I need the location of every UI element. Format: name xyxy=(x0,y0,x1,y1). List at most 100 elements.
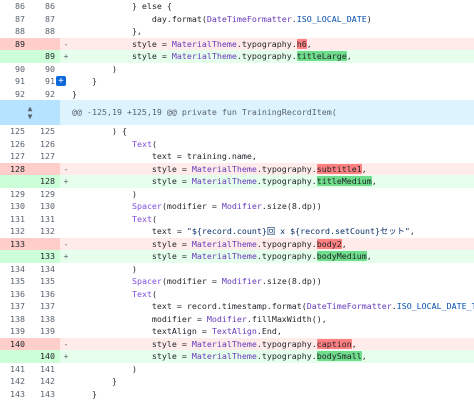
new-line-number[interactable]: 92 xyxy=(30,87,60,100)
context-line: 130 130 Spacer(modifier = Modifier.size(8… xyxy=(0,200,474,213)
new-line-number[interactable]: 135 xyxy=(30,275,60,288)
code-token: MaterialTheme xyxy=(191,238,257,249)
new-line-number[interactable]: 136 xyxy=(30,287,60,300)
old-line-number[interactable]: 128 xyxy=(0,162,30,175)
diff-sign xyxy=(60,225,72,238)
code-text: ) xyxy=(72,263,474,276)
diff-sign xyxy=(60,13,72,26)
old-line-number[interactable]: 86 xyxy=(0,0,30,13)
new-line-number[interactable]: 87 xyxy=(30,12,60,25)
code-token: MaterialTheme xyxy=(191,176,257,186)
new-line-number[interactable]: 125 xyxy=(30,125,60,138)
code-token: , xyxy=(361,351,367,361)
code-token: MaterialTheme xyxy=(191,251,257,261)
old-line-number[interactable]: 125 xyxy=(0,125,30,138)
old-line-number[interactable]: 129 xyxy=(0,187,30,200)
new-line-number[interactable]: 137 xyxy=(30,300,60,313)
new-line-number[interactable]: 89 xyxy=(30,50,60,63)
old-line-number[interactable] xyxy=(0,50,30,63)
new-line-number[interactable]: 139 xyxy=(30,325,60,338)
code-text: style = MaterialTheme.typography.h6, xyxy=(72,38,474,51)
context-line: 135 135 Spacer(modifier = Modifier.size(8… xyxy=(0,275,474,288)
old-line-number[interactable]: 140 xyxy=(0,337,30,350)
old-line-number[interactable]: 130 xyxy=(0,200,30,213)
diff-sign: + xyxy=(63,251,69,261)
code-token: } xyxy=(72,388,97,399)
code-token: .End, xyxy=(256,326,282,336)
new-line-number[interactable] xyxy=(30,237,60,250)
new-line-number[interactable]: 143 xyxy=(30,387,60,400)
code-text: text = training.name, xyxy=(72,150,474,163)
code-token: style = xyxy=(72,176,192,186)
new-line-number[interactable]: 126 xyxy=(30,137,60,150)
code-token: ) xyxy=(366,13,372,24)
old-line-number[interactable] xyxy=(0,350,30,363)
diff-sign xyxy=(60,138,72,151)
old-line-number[interactable]: 139 xyxy=(0,325,30,338)
add-comment-button[interactable]: + xyxy=(56,76,66,86)
new-line-number[interactable]: 134 xyxy=(30,262,60,275)
old-line-number[interactable]: 91 xyxy=(0,75,30,88)
old-line-number[interactable]: 127 xyxy=(0,150,30,163)
code-token: DateTimeFormatter xyxy=(206,13,292,24)
new-line-number[interactable]: 142 xyxy=(30,375,60,388)
code-text: Text( xyxy=(72,138,474,151)
diff-sign xyxy=(60,288,72,301)
new-line-number[interactable]: 90 xyxy=(30,62,60,75)
new-line-number[interactable]: 141 xyxy=(30,362,60,375)
expand-lines-button[interactable]: ▲ ▼ xyxy=(0,100,60,125)
new-line-number[interactable]: 140 xyxy=(30,350,60,363)
old-line-number[interactable]: 92 xyxy=(0,87,30,100)
old-line-number[interactable]: 133 xyxy=(0,237,30,250)
expand-down-icon: ▼ xyxy=(27,111,33,121)
old-line-number[interactable]: 90 xyxy=(0,62,30,75)
new-line-number[interactable]: 129 xyxy=(30,187,60,200)
code-token: .typography. xyxy=(256,176,317,186)
new-line-number[interactable] xyxy=(30,162,60,175)
old-line-number[interactable] xyxy=(0,250,30,263)
new-line-number[interactable]: 138 xyxy=(30,312,60,325)
new-line-number[interactable]: 132 xyxy=(30,225,60,238)
diff-sign xyxy=(60,325,72,338)
new-line-number[interactable] xyxy=(30,337,60,350)
context-line: 131 131 Text( xyxy=(0,212,474,226)
diff-sign xyxy=(60,263,72,276)
diff-sign: - xyxy=(63,338,69,349)
old-line-number[interactable]: 132 xyxy=(0,225,30,238)
code-token: (modifier = xyxy=(161,276,222,286)
context-line: 87 87 day.format(DateTimeFormatter.ISO_LO… xyxy=(0,12,474,26)
old-line-number[interactable]: 89 xyxy=(0,37,30,50)
new-line-number[interactable]: 128 xyxy=(30,175,60,188)
code-token: .typography. xyxy=(256,238,317,249)
old-line-number[interactable]: 141 xyxy=(0,362,30,375)
new-line-number[interactable]: 130 xyxy=(30,200,60,213)
old-line-number[interactable] xyxy=(0,175,30,188)
old-line-number[interactable]: 143 xyxy=(0,387,30,400)
old-line-number[interactable]: 131 xyxy=(0,212,30,225)
code-token: Text xyxy=(131,213,152,224)
old-line-number[interactable]: 88 xyxy=(0,25,30,38)
new-line-number[interactable]: 86 xyxy=(30,0,60,13)
old-line-number[interactable]: 134 xyxy=(0,262,30,275)
code-text: text = record.timestamp.format(DateTimeF… xyxy=(72,300,474,313)
old-line-number[interactable]: 138 xyxy=(0,312,30,325)
new-line-number[interactable]: 127 xyxy=(30,150,60,163)
old-line-number[interactable]: 135 xyxy=(0,275,30,288)
diff-sign xyxy=(60,213,72,226)
code-token: text = training.name, xyxy=(72,151,257,161)
context-line: 127 127 text = training.name, xyxy=(0,150,474,163)
code-token: Modifier xyxy=(221,201,262,211)
old-line-number[interactable]: 142 xyxy=(0,375,30,388)
code-token: .typography. xyxy=(256,351,317,361)
new-line-number[interactable]: 133 xyxy=(30,250,60,263)
code-token: ) xyxy=(72,363,137,374)
old-line-number[interactable]: 136 xyxy=(0,287,30,300)
old-line-number[interactable]: 126 xyxy=(0,137,30,150)
old-line-number[interactable]: 87 xyxy=(0,12,30,25)
old-line-number[interactable]: 137 xyxy=(0,300,30,313)
new-line-number[interactable] xyxy=(30,37,60,50)
new-line-number[interactable]: 88 xyxy=(30,25,60,38)
code-token: style = xyxy=(72,251,192,261)
new-line-number[interactable]: 131 xyxy=(30,212,60,225)
code-text: } xyxy=(72,388,474,401)
